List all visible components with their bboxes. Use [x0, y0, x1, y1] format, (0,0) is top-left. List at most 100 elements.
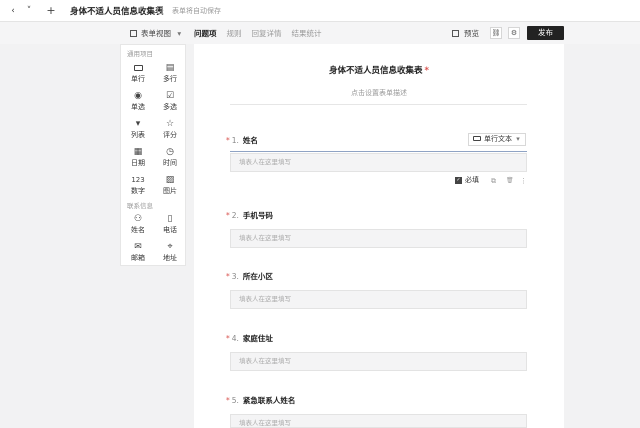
palette-item-label: 列表 — [131, 131, 145, 139]
palette-item-label: 单选 — [131, 103, 145, 111]
palette-item-label: 邮箱 — [131, 254, 145, 262]
question-title[interactable]: 姓名 — [243, 136, 258, 145]
question-title[interactable]: 所在小区 — [243, 272, 273, 281]
palette-item-dropdown-list[interactable]: ▾ 列表 — [122, 115, 154, 141]
question-5[interactable]: * 5. 紧急联系人姓名 填表人在这里填写 — [226, 395, 528, 428]
palette-item-label: 电话 — [163, 226, 177, 234]
active-underline — [230, 151, 527, 152]
image-icon: ▨ — [165, 175, 175, 185]
question-number: 1. — [231, 136, 239, 145]
answer-input[interactable]: 填表人在这里填写 — [230, 153, 527, 172]
chevron-down-icon: ▾ — [516, 135, 520, 143]
palette-item-number[interactable]: 123 数字 — [122, 171, 154, 197]
form-title-text: 身体不适人员信息收集表 — [329, 66, 423, 76]
preview-icon — [452, 30, 459, 37]
palette-item-multi-choice[interactable]: ☑ 多选 — [154, 87, 186, 113]
calendar-icon: ▦ — [133, 147, 143, 157]
palette-item-time[interactable]: ◷ 时间 — [154, 143, 186, 169]
palette-item-multi-line[interactable]: ▤ 多行 — [154, 59, 186, 85]
palette-item-date[interactable]: ▦ 日期 — [122, 143, 154, 169]
required-mark: * — [226, 211, 230, 220]
chevron-down-icon[interactable]: ˅ — [22, 4, 36, 18]
question-title[interactable]: 手机号码 — [243, 211, 273, 220]
preview-label: 预览 — [464, 29, 479, 38]
palette-item-phone[interactable]: ▯ 电话 — [154, 210, 186, 236]
more-icon[interactable]: ⋮ — [520, 177, 527, 185]
clock-icon: ◷ — [166, 147, 174, 157]
number-icon: 123 — [131, 176, 145, 184]
tab-responses[interactable]: 回复详情 — [252, 28, 282, 39]
answer-input[interactable]: 填表人在这里填写 — [230, 290, 527, 309]
document-title[interactable]: 身体不适人员信息收集表 — [70, 5, 164, 17]
palette-item-address[interactable]: ⌖ 地址 — [154, 238, 186, 264]
tab-statistics[interactable]: 结果统计 — [292, 28, 322, 39]
copy-icon[interactable]: ⧉ — [491, 177, 496, 186]
question-type-label: 单行文本 — [484, 135, 512, 143]
publish-button[interactable]: 发布 — [527, 26, 564, 40]
question-3[interactable]: * 3. 所在小区 填表人在这里填写 — [226, 271, 528, 309]
palette-item-label: 地址 — [163, 254, 177, 262]
required-mark: * — [424, 66, 429, 76]
top-bar: ‹ ˅ + 身体不适人员信息收集表 表单将自动保存 — [0, 0, 640, 22]
palette-group-common: 通用项目 — [127, 50, 153, 58]
question-number: 3. — [231, 272, 239, 281]
delete-icon[interactable]: 🗑 — [506, 177, 514, 184]
question-number: 5. — [231, 396, 239, 405]
checkbox-icon: ☑ — [165, 91, 175, 101]
question-header: * 5. 紧急联系人姓名 — [226, 395, 528, 407]
required-mark: * — [226, 396, 230, 405]
mail-icon: ✉ — [134, 242, 142, 252]
form-description[interactable]: 点击设置表单描述 — [194, 88, 564, 98]
question-2[interactable]: * 2. 手机号码 填表人在这里填写 — [226, 210, 528, 248]
required-mark: * — [226, 334, 230, 343]
palette-item-label: 时间 — [163, 159, 177, 167]
question-number: 4. — [231, 334, 239, 343]
palette-item-label: 图片 — [163, 187, 177, 195]
single-line-icon — [122, 62, 154, 75]
required-label: 必填 — [465, 176, 479, 184]
palette-item-image[interactable]: ▨ 图片 — [154, 171, 186, 197]
phone-icon: ▯ — [167, 214, 173, 224]
question-title[interactable]: 紧急联系人姓名 — [243, 396, 296, 405]
form-tabs: 问题项 规则 回复详情 结果统计 — [194, 28, 322, 39]
question-title[interactable]: 家庭住址 — [243, 334, 273, 343]
answer-input[interactable]: 填表人在这里填写 — [230, 414, 527, 428]
palette-item-label: 多选 — [163, 103, 177, 111]
palette-group-contact: 联系信息 — [127, 202, 153, 210]
gear-icon[interactable]: ⚙ — [508, 27, 520, 39]
form-view-icon — [130, 30, 137, 37]
form-toolbar: 表单视图 ▾ 问题项 规则 回复详情 结果统计 预览 ⛓ ⚙ 发布 — [0, 22, 640, 44]
palette-item-single-choice[interactable]: ◉ 单选 — [122, 87, 154, 113]
back-icon[interactable]: ‹ — [6, 4, 20, 18]
question-number: 2. — [231, 211, 239, 220]
radio-icon: ◉ — [134, 91, 142, 101]
palette-item-rating[interactable]: ☆ 评分 — [154, 115, 186, 141]
palette-item-label: 评分 — [163, 131, 177, 139]
question-header: * 4. 家庭住址 — [226, 333, 528, 345]
question-4[interactable]: * 4. 家庭住址 填表人在这里填写 — [226, 333, 528, 371]
dropdown-icon: ▾ — [135, 119, 141, 129]
answer-input[interactable]: 填表人在这里填写 — [230, 229, 527, 248]
question-type-palette: 通用项目 单行 ▤ 多行 ◉ 单选 ☑ 多选 ▾ 列表 ☆ 评分 ▦ 日期 ◷ … — [120, 44, 186, 266]
question-type-select[interactable]: 单行文本 ▾ — [468, 133, 526, 146]
palette-item-email[interactable]: ✉ 邮箱 — [122, 238, 154, 264]
view-switch[interactable]: 表单视图 ▾ — [130, 28, 181, 39]
view-switch-label: 表单视图 — [141, 29, 171, 38]
palette-item-name[interactable]: ⚇ 姓名 — [122, 210, 154, 236]
preview-button[interactable]: 预览 — [452, 28, 479, 39]
form-canvas: 身体不适人员信息收集表 * 点击设置表单描述 * 1. 姓名 填表人在这里填写 单行文… — [194, 44, 564, 428]
answer-input[interactable]: 填表人在这里填写 — [230, 352, 527, 371]
palette-item-label: 多行 — [163, 75, 177, 83]
star-icon: ☆ — [165, 119, 175, 129]
tab-questions[interactable]: 问题项 — [194, 28, 217, 39]
required-checkbox[interactable]: ✓ — [455, 177, 462, 184]
link-icon[interactable]: ⛓ — [490, 27, 502, 39]
tab-rules[interactable]: 规则 — [227, 28, 242, 39]
add-icon[interactable]: + — [44, 4, 58, 18]
autosave-status: 表单将自动保存 — [172, 7, 221, 15]
form-title[interactable]: 身体不适人员信息收集表 * — [194, 64, 564, 76]
single-line-icon — [473, 136, 481, 141]
palette-item-label: 单行 — [131, 75, 145, 83]
palette-item-single-line[interactable]: 单行 — [122, 59, 154, 85]
required-mark: * — [226, 136, 230, 145]
